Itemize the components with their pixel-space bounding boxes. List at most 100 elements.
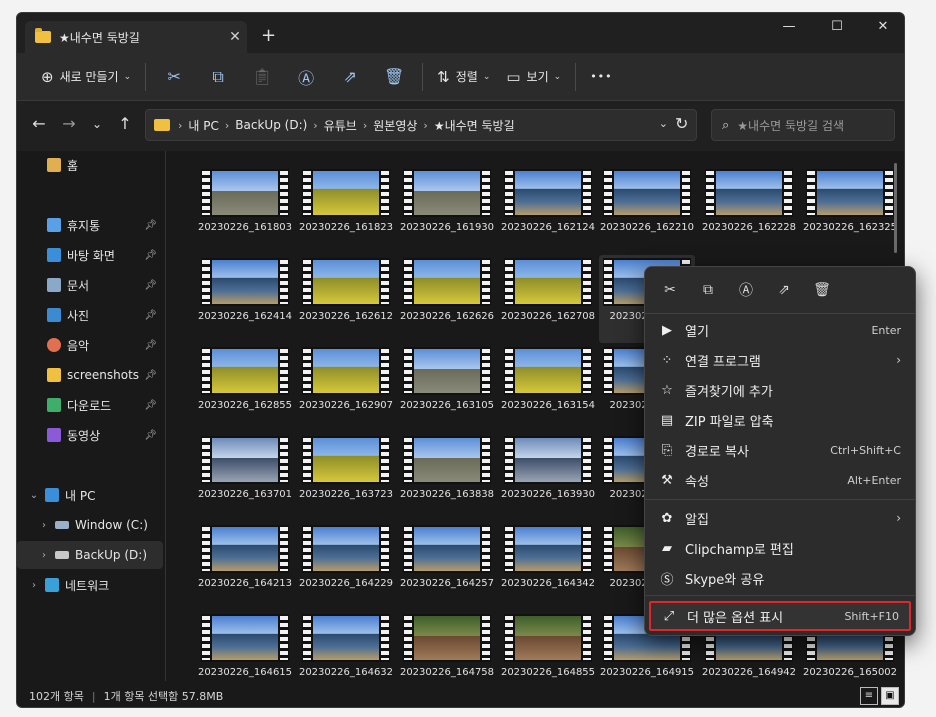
pin-icon[interactable]: 📌︎ bbox=[144, 310, 157, 321]
pin-icon[interactable]: 📌︎ bbox=[144, 370, 157, 381]
pin-icon[interactable]: 📌︎ bbox=[144, 430, 157, 441]
address-dropdown-icon[interactable]: ⌄ bbox=[659, 117, 668, 130]
cut-icon[interactable]: ✂ bbox=[651, 274, 689, 306]
sidebar-item-recycle-bin[interactable]: 휴지통 📌︎ bbox=[17, 211, 163, 239]
rename-icon[interactable]: Ⓐ bbox=[727, 274, 765, 306]
file-tile[interactable]: 20230226_164632 bbox=[298, 611, 394, 683]
breadcrumb-item[interactable]: 원본영상 bbox=[373, 117, 417, 134]
recent-dropdown-icon[interactable]: ⌄ bbox=[83, 117, 111, 131]
context-menu-item[interactable]: ⁘ 연결 프로그램 › bbox=[649, 345, 911, 375]
up-arrow-icon[interactable]: ↑ bbox=[111, 114, 139, 133]
chevron-right-icon[interactable]: › bbox=[37, 520, 51, 531]
view-button[interactable]: ▭ 보기 ⌄ bbox=[498, 61, 569, 93]
file-tile[interactable]: 20230226_161803 bbox=[197, 166, 293, 254]
close-window-button[interactable]: ✕ bbox=[863, 19, 903, 34]
file-tile[interactable]: 20230226_162210 bbox=[599, 166, 695, 254]
pin-icon[interactable]: 📌︎ bbox=[144, 220, 157, 231]
context-menu-item[interactable]: ✿ 알집 › bbox=[649, 503, 911, 533]
sidebar-item-this-pc[interactable]: ⌄ 내 PC bbox=[17, 481, 163, 509]
context-menu-item[interactable]: ▶ 열기 Enter bbox=[649, 315, 911, 345]
file-tile[interactable]: 20230226_163723 bbox=[298, 433, 394, 521]
pin-icon[interactable]: 📌︎ bbox=[144, 250, 157, 261]
thumbnail-image bbox=[313, 260, 379, 304]
sidebar-item-network[interactable]: › 네트워크 bbox=[17, 571, 163, 599]
file-tile[interactable]: 20230226_163154 bbox=[500, 344, 596, 432]
sidebar-item-pictures[interactable]: 사진 📌︎ bbox=[17, 301, 163, 329]
file-tile[interactable]: 20230226_163701 bbox=[197, 433, 293, 521]
context-menu-item[interactable]: ⚒ 속성 Alt+Enter bbox=[649, 465, 911, 495]
file-tile[interactable]: 20230226_162228 bbox=[701, 166, 797, 254]
chevron-right-icon[interactable]: › bbox=[37, 550, 51, 561]
file-tile[interactable]: 20230226_162124 bbox=[500, 166, 596, 254]
context-menu-item[interactable]: ▰ Clipchamp로 편집 bbox=[649, 533, 911, 563]
sidebar-item-music[interactable]: 음악 📌︎ bbox=[17, 331, 163, 359]
delete-button[interactable]: 🗑︎ bbox=[372, 61, 416, 93]
paste-button[interactable]: 📋︎ bbox=[240, 61, 284, 93]
sidebar-item-desktop[interactable]: 바탕 화면 📌︎ bbox=[17, 241, 163, 269]
share-button[interactable]: ⇗ bbox=[328, 61, 372, 93]
copy-button[interactable]: ⧉ bbox=[196, 61, 240, 93]
rename-button[interactable]: Ⓐ bbox=[284, 61, 328, 93]
context-menu-item[interactable]: ☆ 즐겨찾기에 추가 bbox=[649, 375, 911, 405]
file-tile[interactable]: 20230226_162626 bbox=[399, 255, 495, 343]
file-tile[interactable]: 20230226_163930 bbox=[500, 433, 596, 521]
context-menu-item[interactable]: ▤ ZIP 파일로 압축 bbox=[649, 405, 911, 435]
file-tile[interactable]: 20230226_163838 bbox=[399, 433, 495, 521]
address-bar[interactable]: › 내 PC › BackUp (D:) › 유튜브 › 원본영상 › ★내수면… bbox=[145, 109, 697, 141]
file-tile[interactable]: 20230226_161930 bbox=[399, 166, 495, 254]
breadcrumb-item[interactable]: BackUp (D:) bbox=[235, 118, 307, 132]
sidebar-item-documents[interactable]: 문서 📌︎ bbox=[17, 271, 163, 299]
context-menu-item[interactable]: Ⓢ Skype와 공유 bbox=[649, 563, 911, 593]
sidebar-item-drive-d[interactable]: › BackUp (D:) bbox=[17, 541, 163, 569]
file-tile[interactable]: 20230226_162708 bbox=[500, 255, 596, 343]
file-tile[interactable]: 20230226_162612 bbox=[298, 255, 394, 343]
file-tile[interactable]: 20230226_163105 bbox=[399, 344, 495, 432]
breadcrumb-item[interactable]: 내 PC bbox=[188, 117, 218, 134]
pin-icon[interactable]: 📌︎ bbox=[144, 280, 157, 291]
context-menu-item[interactable]: ⎘ 경로로 복사 Ctrl+Shift+C bbox=[649, 435, 911, 465]
forward-arrow-icon[interactable]: → bbox=[55, 114, 83, 133]
context-menu-item[interactable]: ⤢ 더 많은 옵션 표시 Shift+F10 bbox=[649, 601, 911, 631]
sort-button[interactable]: ⇅ 정렬 ⌄ bbox=[429, 61, 498, 93]
chevron-down-icon[interactable]: ⌄ bbox=[27, 490, 41, 501]
breadcrumb-item[interactable]: 유튜브 bbox=[324, 117, 357, 134]
file-tile[interactable]: 20230226_164758 bbox=[399, 611, 495, 683]
cut-button[interactable]: ✂ bbox=[152, 61, 196, 93]
sidebar-item-downloads[interactable]: 다운로드 📌︎ bbox=[17, 391, 163, 419]
maximize-button[interactable]: ☐ bbox=[817, 19, 857, 34]
sidebar-item-screenshots[interactable]: screenshots 📌︎ bbox=[17, 361, 163, 389]
breadcrumb-item[interactable]: ★내수면 둑방길 bbox=[434, 117, 515, 134]
vertical-scrollbar[interactable] bbox=[894, 163, 897, 253]
file-tile[interactable]: 20230226_162325 bbox=[802, 166, 898, 254]
search-box[interactable]: ⌕ ★내수면 둑방길 검색 bbox=[711, 109, 895, 141]
more-options-button[interactable]: ••• bbox=[582, 61, 620, 93]
trash-icon[interactable]: 🗑︎ bbox=[803, 274, 841, 306]
file-tile[interactable]: 20230226_162855 bbox=[197, 344, 293, 432]
file-tile[interactable]: 20230226_161823 bbox=[298, 166, 394, 254]
new-tab-button[interactable]: + bbox=[261, 25, 276, 46]
refresh-icon[interactable]: ↻ bbox=[675, 114, 688, 133]
share-icon[interactable]: ⇗ bbox=[765, 274, 803, 306]
file-tile[interactable]: 20230226_164229 bbox=[298, 522, 394, 610]
tab-current-folder[interactable]: ★내수면 둑방길 ✕ bbox=[25, 21, 247, 53]
copy-icon[interactable]: ⧉ bbox=[689, 274, 727, 306]
file-tile[interactable]: 20230226_164855 bbox=[500, 611, 596, 683]
file-tile[interactable]: 20230226_164615 bbox=[197, 611, 293, 683]
file-tile[interactable]: 20230226_162907 bbox=[298, 344, 394, 432]
minimize-button[interactable]: — bbox=[769, 19, 809, 34]
details-view-button[interactable]: ≡ bbox=[860, 687, 878, 705]
file-tile[interactable]: 20230226_164342 bbox=[500, 522, 596, 610]
pin-icon[interactable]: 📌︎ bbox=[144, 400, 157, 411]
sidebar-item-home[interactable]: 홈 bbox=[17, 151, 163, 179]
back-arrow-icon[interactable]: ← bbox=[25, 114, 53, 133]
close-tab-icon[interactable]: ✕ bbox=[223, 29, 247, 45]
file-tile[interactable]: 20230226_164213 bbox=[197, 522, 293, 610]
file-tile[interactable]: 20230226_164257 bbox=[399, 522, 495, 610]
sidebar-item-drive-c[interactable]: › Window (C:) bbox=[17, 511, 163, 539]
pin-icon[interactable]: 📌︎ bbox=[144, 340, 157, 351]
sidebar-item-videos[interactable]: 동영상 📌︎ bbox=[17, 421, 163, 449]
new-button[interactable]: ⊕ 새로 만들기 ⌄ bbox=[33, 61, 139, 93]
file-tile[interactable]: 20230226_162414 bbox=[197, 255, 293, 343]
thumbnail-view-button[interactable]: ▣ bbox=[881, 687, 899, 705]
chevron-right-icon[interactable]: › bbox=[27, 580, 41, 591]
